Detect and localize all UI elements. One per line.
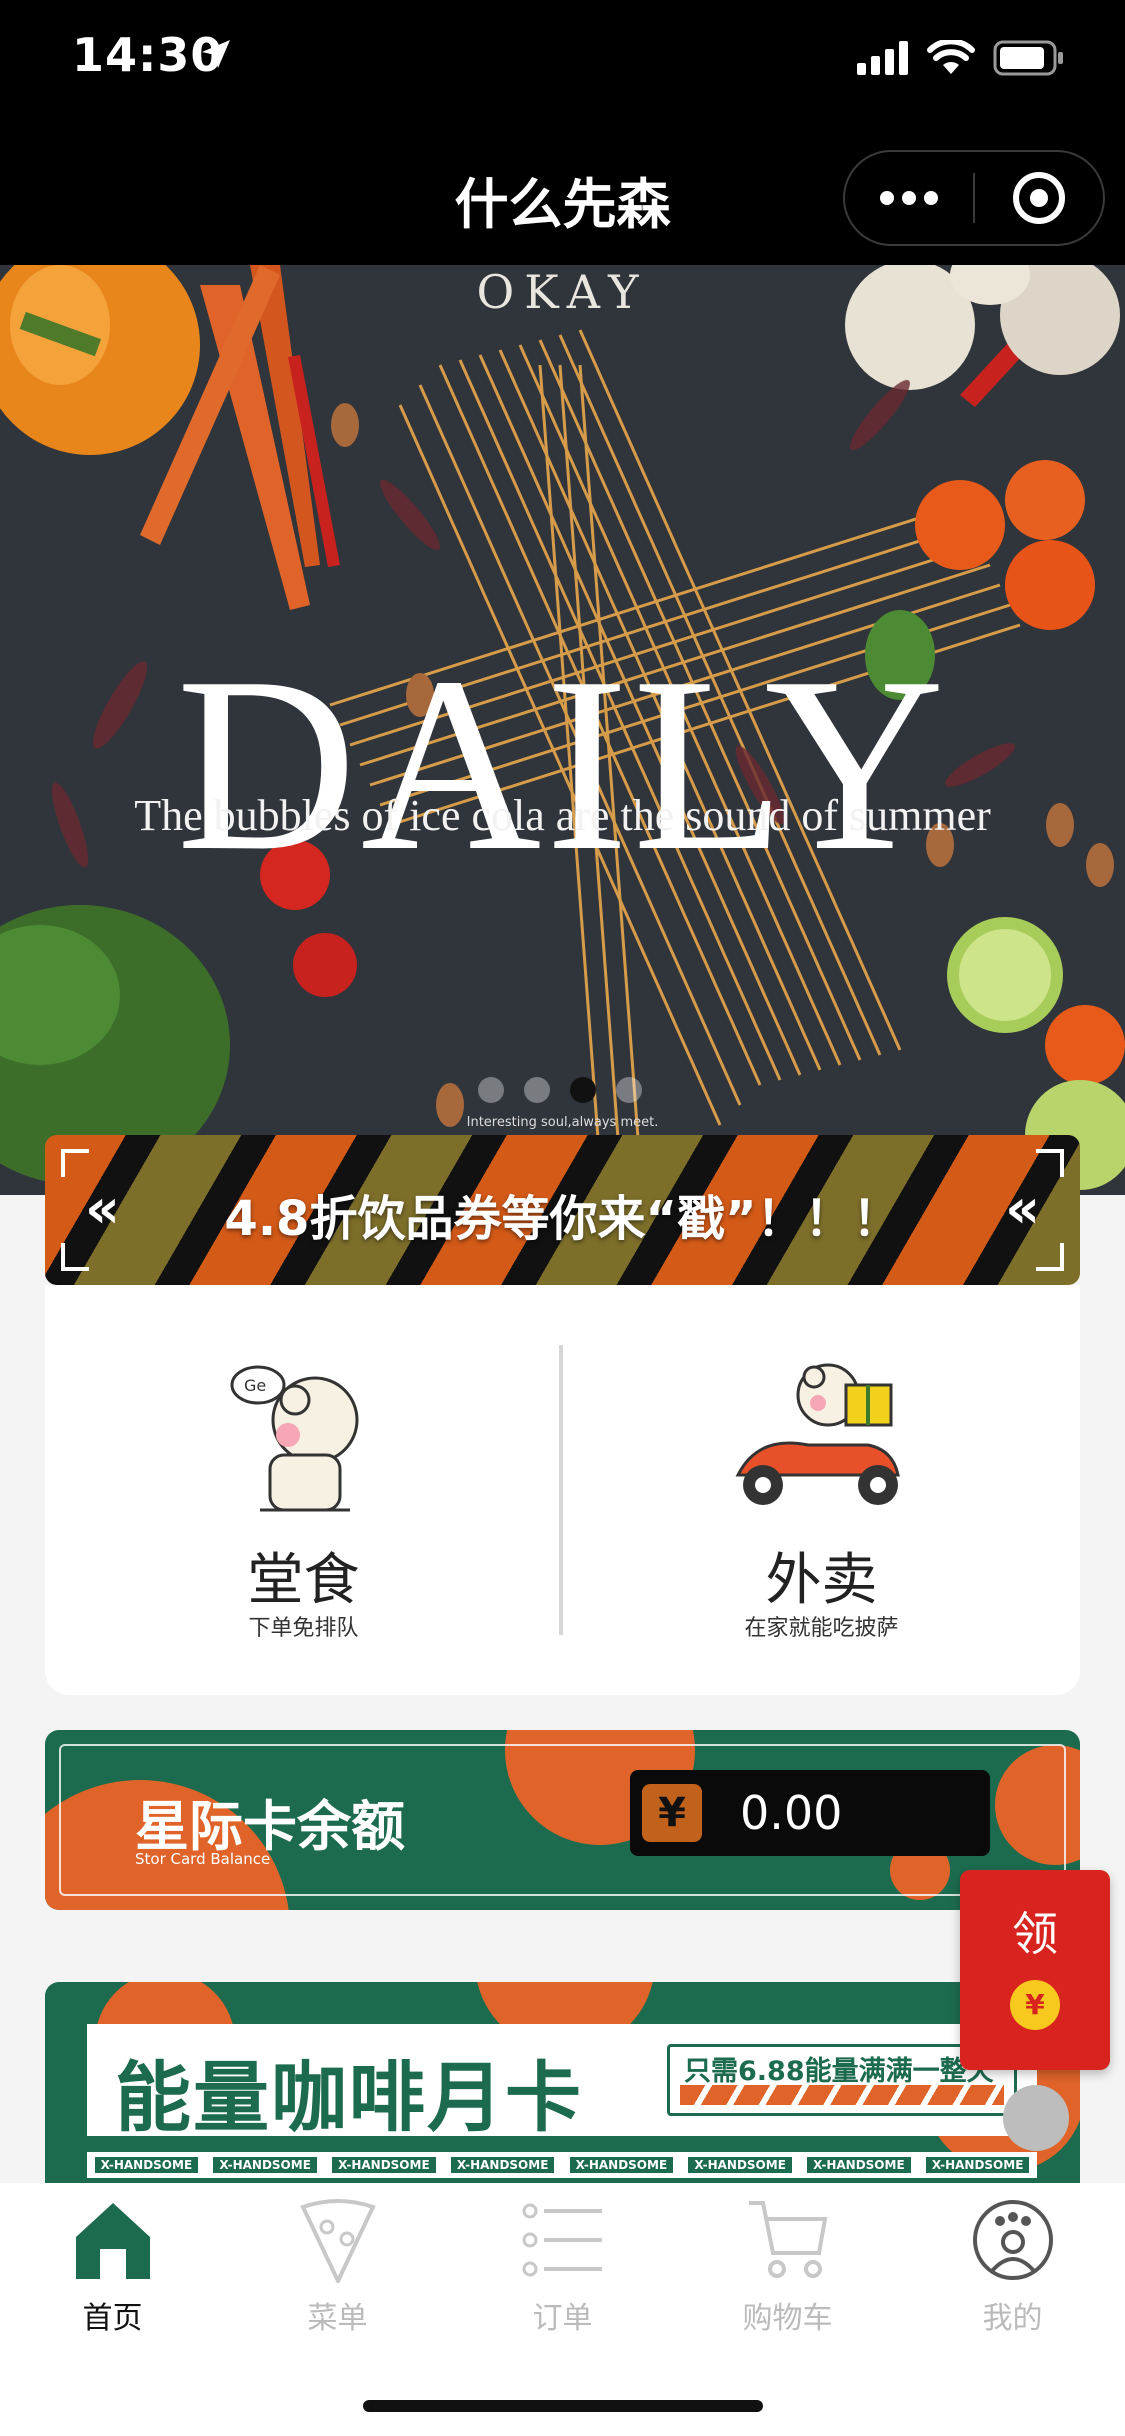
tab-cart-label: 购物车 [742, 2301, 833, 2336]
balance-subtitle: Stor Card Balance [135, 1850, 271, 1868]
ribbon-text: X-HANDSOME [94, 2157, 199, 2173]
hero-banner[interactable]: OKAY DAILY The bubbles of ice cola are t… [0, 265, 1125, 1195]
location-arrow-icon [202, 40, 230, 68]
coffee-tag-stripe [680, 2085, 1004, 2105]
banner-dot[interactable] [524, 1077, 550, 1103]
service-options-card: Ge 堂食 下单免排队 外卖 在家就能吃披萨 [45, 1285, 1080, 1695]
list-icon [522, 2203, 602, 2277]
tab-menu-label: 菜单 [307, 2301, 368, 2336]
miniprogram-capsule [843, 150, 1105, 246]
svg-text:Ge: Ge [244, 1376, 266, 1395]
dine-in-subtitle: 下单免排队 [248, 1616, 359, 1641]
tab-home[interactable]: 首页 [0, 2197, 225, 2347]
more-dots-icon [880, 191, 938, 205]
signal-icon [857, 41, 908, 75]
profile-icon [973, 2200, 1053, 2280]
tab-orders-label: 订单 [532, 2301, 593, 2336]
promo-text: 4.8折饮品券等你来“戳”！！！ [224, 1191, 901, 1247]
coffee-ribbon: X-HANDSOME X-HANDSOME X-HANDSOME X-HANDS… [87, 2152, 1037, 2178]
wifi-icon [927, 40, 975, 74]
target-circle-icon [1013, 172, 1065, 224]
home-indicator [363, 2400, 763, 2412]
banner-dot[interactable] [616, 1077, 642, 1103]
ribbon-text: X-HANDSOME [450, 2157, 555, 2173]
balance-amount: 0.00 [740, 1786, 843, 1840]
ribbon-text: X-HANDSOME [213, 2157, 317, 2173]
yen-coin-icon: ¥ [1010, 1980, 1060, 2030]
coffee-tag-text: 只需6.88能量满满一整天 [684, 2056, 994, 2087]
banner-small-text: Interesting soul,always meet. [466, 1115, 659, 1130]
banner-pagination [478, 1077, 642, 1103]
tab-cart[interactable]: 购物车 [675, 2197, 900, 2347]
cart-icon [749, 2201, 828, 2278]
dine-in-title: 堂食 [247, 1548, 360, 1613]
floating-assistant-button[interactable] [1003, 2085, 1069, 2151]
ribbon-text: X-HANDSOME [688, 2157, 792, 2173]
red-packet-label: 领 [1012, 1907, 1058, 1961]
star-card-balance[interactable]: 星际卡余额 Stor Card Balance ¥ 0.00 [45, 1730, 1080, 1910]
banner-brand: OKAY [476, 265, 649, 319]
banner-headline: DAILY [176, 626, 949, 903]
tab-menu[interactable]: 菜单 [225, 2197, 450, 2347]
ribbon-text: X-HANDSOME [807, 2157, 911, 2173]
corner-bracket [1036, 1149, 1064, 1177]
banner-dot[interactable] [478, 1077, 504, 1103]
tab-profile-label: 我的 [982, 2301, 1043, 2336]
coffee-monthly-card-banner[interactable]: 能量咖啡月卡 只需6.88能量满满一整天 X-HANDSOME X-HANDSO… [45, 1982, 1080, 2202]
top-bar: 14:30 什么先森 [0, 0, 1125, 265]
delivery-title: 外卖 [765, 1548, 878, 1613]
corner-bracket [61, 1149, 89, 1177]
status-indicators [857, 40, 1065, 76]
banner-tagline: The bubbles of ice cola are the sound of… [134, 791, 991, 840]
tab-home-label: 首页 [82, 2301, 143, 2336]
ribbon-text: X-HANDSOME [332, 2157, 436, 2173]
pizza-icon [300, 2199, 376, 2283]
red-packet-button[interactable]: 领 ¥ [960, 1870, 1110, 2070]
delivery-option[interactable]: 外卖 在家就能吃披萨 [563, 1285, 1080, 1695]
more-button[interactable] [845, 152, 973, 244]
ribbon-text: X-HANDSOME [925, 2157, 1030, 2173]
bear-dine-in-icon: Ge [230, 1365, 359, 1512]
dine-in-option[interactable]: Ge 堂食 下单免排队 [45, 1285, 562, 1695]
coffee-card-panel: 能量咖啡月卡 只需6.88能量满满一整天 [87, 2024, 1037, 2142]
tab-orders[interactable]: 订单 [450, 2197, 675, 2347]
close-miniprogram-button[interactable] [975, 152, 1103, 244]
bottom-tab-bar: 首页 菜单 订单 购物车 我的 [0, 2183, 1125, 2436]
coffee-card-title: 能量咖啡月卡 [115, 2053, 583, 2142]
bear-scooter-icon [735, 1363, 900, 1505]
ribbon-text: X-HANDSOME [569, 2157, 674, 2173]
promo-coupon-banner[interactable]: « « 4.8折饮品券等你来“戳”！！！ [45, 1135, 1080, 1285]
tab-profile[interactable]: 我的 [900, 2197, 1125, 2347]
home-icon [76, 2203, 150, 2279]
battery-icon [993, 40, 1063, 76]
banner-dot-active[interactable] [570, 1077, 596, 1103]
delivery-subtitle: 在家就能吃披萨 [744, 1616, 899, 1641]
yen-icon: ¥ [642, 1784, 702, 1842]
balance-amount-box: ¥ 0.00 [630, 1770, 990, 1856]
